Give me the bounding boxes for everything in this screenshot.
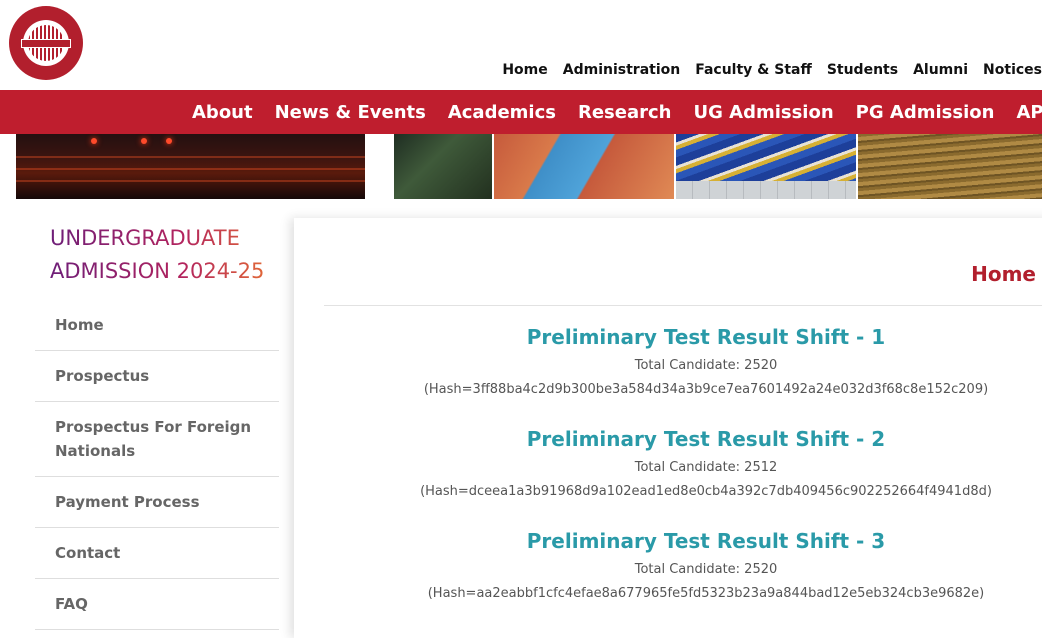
sidebar-item-payment-process[interactable]: Payment Process <box>35 477 279 528</box>
result-item-shift-3: Preliminary Test Result Shift - 3 Total … <box>294 526 1042 606</box>
top-nav-administration[interactable]: Administration <box>563 62 680 78</box>
main-nav: About News & Events Academics Research U… <box>0 90 1042 134</box>
sidebar-item-faq[interactable]: FAQ <box>35 579 279 630</box>
main-nav-about[interactable]: About <box>192 102 253 123</box>
banner-image-mural-wall <box>676 134 856 199</box>
banner-image-field <box>858 134 1042 199</box>
sidebar-heading-line1: UNDERGRADUATE <box>50 222 290 255</box>
sidebar-item-prospectus[interactable]: Prospectus <box>35 351 279 402</box>
total-candidate-shift-3: Total Candidate: 2520 <box>634 562 778 577</box>
total-candidate-shift-1: Total Candidate: 2520 <box>634 358 778 373</box>
result-link-shift-3[interactable]: Preliminary Test Result Shift - 3 <box>294 526 1042 556</box>
result-link-shift-1[interactable]: Preliminary Test Result Shift - 1 <box>294 322 1042 352</box>
main-nav-apa[interactable]: APA <box>1016 102 1042 123</box>
top-nav-home[interactable]: Home <box>502 62 547 78</box>
top-nav-notices[interactable]: Notices <box>983 62 1042 78</box>
main-content: Home Preliminary Test Result Shift - 1 T… <box>294 218 1042 638</box>
top-nav-faculty-staff[interactable]: Faculty & Staff <box>695 62 812 78</box>
sidebar-item-home[interactable]: Home <box>35 300 279 351</box>
sidebar-heading: UNDERGRADUATE ADMISSION 2024-25 <box>50 222 290 288</box>
main-nav-pg-admission[interactable]: PG Admission <box>856 102 995 123</box>
main-nav-ug-admission[interactable]: UG Admission <box>693 102 833 123</box>
result-item-shift-1: Preliminary Test Result Shift - 1 Total … <box>294 322 1042 402</box>
breadcrumb[interactable]: Home <box>971 262 1036 286</box>
result-item-shift-2: Preliminary Test Result Shift - 2 Total … <box>294 424 1042 504</box>
university-seal-icon[interactable] <box>9 6 83 80</box>
banner-image-painted-walkway <box>494 134 674 199</box>
hash-shift-1: (Hash=3ff88ba4c2d9b300be3a584d34a3b9ce7e… <box>423 382 989 397</box>
sidebar-heading-line2: ADMISSION 2024-25 <box>50 255 290 288</box>
banner-image-night-building <box>16 134 365 199</box>
sidebar-item-prospectus-foreign-nationals[interactable]: Prospectus For Foreign Nationals <box>35 402 279 477</box>
main-nav-research[interactable]: Research <box>578 102 672 123</box>
top-nav-alumni[interactable]: Alumni <box>913 62 968 78</box>
sidebar-item-contact[interactable]: Contact <box>35 528 279 579</box>
top-nav-students[interactable]: Students <box>827 62 898 78</box>
main-nav-news-events[interactable]: News & Events <box>275 102 426 123</box>
hash-shift-2: (Hash=dceea1a3b91968d9a102ead1ed8e0cb4a3… <box>420 484 992 499</box>
hash-shift-3: (Hash=aa2eabbf1cfc4efae8a677965fe5fd5323… <box>427 586 985 601</box>
top-nav: Home Administration Faculty & Staff Stud… <box>502 60 1042 80</box>
main-nav-academics[interactable]: Academics <box>448 102 556 123</box>
content-divider <box>324 305 1042 306</box>
site-header: Home Administration Faculty & Staff Stud… <box>0 0 1042 90</box>
result-link-shift-2[interactable]: Preliminary Test Result Shift - 2 <box>294 424 1042 454</box>
sidebar-menu: Home Prospectus Prospectus For Foreign N… <box>35 300 279 630</box>
banner-image-trees <box>394 134 492 199</box>
total-candidate-shift-2: Total Candidate: 2512 <box>634 460 778 475</box>
